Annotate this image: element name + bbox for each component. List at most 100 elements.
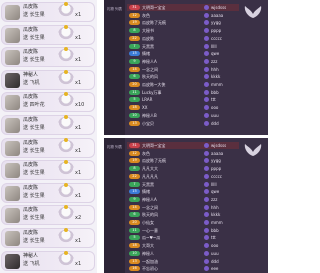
log-row[interactable]: 19 瓜皮陈了无痕 yygg (127, 157, 239, 164)
log-row[interactable]: 13 小宝贝 ddd (127, 120, 239, 127)
sender-name: 瓜皮陈 (23, 26, 39, 33)
log-row[interactable]: 10 神秘人B uuu (127, 112, 239, 119)
log-row[interactable]: 22 瓜皮陈 ccccc (127, 35, 239, 42)
sender-name: 瓜皮陈 (23, 49, 39, 56)
log-row[interactable]: 15 情绪 qwe (127, 50, 239, 57)
gift-icon (204, 181, 209, 187)
gift-icon (204, 12, 209, 18)
log-row[interactable]: 7 天黑黑 lllll (127, 43, 239, 50)
user-name: 神秘人A (142, 196, 157, 202)
avatar[interactable] (5, 118, 20, 133)
log-row[interactable]: 15 情绪 qwe (127, 188, 239, 195)
gift-name: ccccc (211, 173, 222, 179)
log-row[interactable]: 7 天黑黑 lllll (127, 181, 239, 188)
user-name: 小宝贝 (142, 120, 154, 126)
level-badge: 7 (129, 181, 140, 187)
gift-icon (204, 166, 209, 172)
log-row[interactable]: 6 秋天的风 kkkk (127, 73, 239, 80)
log-row[interactable]: 11 一心一意 bbb (127, 227, 239, 234)
user-name: 神秘人 (142, 250, 154, 256)
gift-name: ooo (211, 105, 219, 111)
avatar[interactable] (5, 163, 20, 179)
log-row[interactable]: 14 一念之间 hhh (127, 66, 239, 73)
gift-name: pppp (211, 28, 222, 34)
gift-name: ddd (211, 120, 219, 126)
log-row[interactable]: 20 小仙女 mmm (127, 219, 239, 226)
gift-icon (204, 97, 209, 103)
avatar[interactable] (5, 5, 20, 20)
avatar[interactable] (5, 27, 20, 43)
sender-name: 瓜皮陈 (23, 94, 39, 101)
avatar[interactable] (5, 140, 20, 156)
gift-name: lllll (211, 181, 217, 187)
log-row[interactable]: 11 Lucky万事 bbb (127, 89, 239, 96)
gift-count: x1 (75, 170, 82, 177)
gift-name: ttt (211, 97, 216, 103)
gift-icon (58, 250, 74, 267)
gift-icon (204, 82, 209, 87)
avatar[interactable] (5, 208, 20, 224)
log-row[interactable]: 16 不忘初心 eee (127, 265, 239, 272)
gift-message: 瓜皮陈送 长生果 x1 (1, 24, 95, 45)
level-badge: 13 (129, 258, 140, 264)
gift-action: 送 长生果 (23, 238, 45, 244)
log-row[interactable]: 8 凡凡大大 pppp (127, 165, 239, 172)
level-badge: 5 (129, 235, 140, 241)
avatar[interactable] (5, 95, 20, 111)
gift-name: eee (211, 266, 219, 272)
gift-action: 送 长生果 (23, 170, 45, 177)
level-badge: 31 (129, 143, 140, 148)
level-badge: 10 (129, 112, 140, 118)
angel-wings-icon (244, 6, 262, 18)
sender-name: 瓜皮陈 (23, 230, 39, 236)
user-name: 秋天的风 (142, 212, 158, 218)
log-row[interactable]: 22 凡凡凡凡 ccccc (127, 173, 239, 180)
log-row[interactable]: 8 大秘书 pppp (127, 27, 239, 34)
log-row[interactable]: 20 瓜皮陈~大侠 mmm (127, 81, 239, 88)
gift-name: hhh (211, 66, 219, 72)
avatar[interactable] (5, 231, 20, 246)
user-name: 不忘初心 (142, 266, 158, 272)
log-row[interactable]: 31 大明哥~宝宝 wjsdsss (127, 142, 239, 149)
log-row[interactable]: 13 一起加油 ddd (127, 258, 239, 265)
log-row[interactable]: 9 神秘人A zzz (127, 196, 239, 203)
log-row[interactable]: 5 LRAR ttt (127, 96, 239, 103)
gift-name: wjsdsss (211, 143, 227, 148)
avatar[interactable] (5, 50, 20, 66)
avatar[interactable] (5, 72, 20, 88)
log-row[interactable]: 31 大明哥~宝宝 wjsdsss (127, 4, 239, 11)
gift-name: uuu (211, 112, 219, 118)
log-row[interactable]: 12 灰色 aaaaa (127, 150, 239, 157)
gift-icon (204, 66, 209, 72)
log-row[interactable]: 12 灰色 aaaaa (127, 12, 239, 19)
log-row[interactable]: 18 大哥大 ooo (127, 242, 239, 249)
log-row[interactable]: 14 一念之间 hhh (127, 204, 239, 211)
angel-wings-icon (244, 144, 262, 156)
gift-icon (204, 235, 209, 241)
gift-icon (204, 5, 209, 10)
user-name: 神秘人A (142, 58, 157, 64)
log-sidebar-label: 礼物 列表 (106, 145, 123, 149)
log-row[interactable]: 5 瓜~♥~瓜 ttt (127, 234, 239, 241)
log-row[interactable]: 18 XX ooo (127, 104, 239, 111)
gift-icon (58, 228, 74, 244)
avatar[interactable] (5, 185, 20, 201)
log-row[interactable]: 6 秋天的风 kkkk (127, 211, 239, 218)
log-row[interactable]: 9 神秘人A zzz (127, 58, 239, 65)
log-row[interactable]: 10 神秘人 uuu (127, 250, 239, 257)
level-badge: 14 (129, 204, 140, 210)
gift-action: 送 长生果 (23, 192, 45, 199)
gift-name: yygg (211, 20, 221, 26)
user-name: 瓜皮陈 (142, 35, 154, 41)
gift-count: x1 (75, 192, 82, 199)
gift-message: 瓜皮陈送 长生果 x1 (1, 182, 95, 203)
gift-chat-feed: 瓜皮陈送 长生果 x1 瓜皮陈送 长生果 x1 瓜皮陈送 长生果 x1 神秘人送 飞机 x1 瓜… (0, 0, 97, 273)
gift-icon (204, 43, 209, 49)
level-badge: 8 (129, 28, 140, 34)
gift-icon (204, 89, 209, 95)
avatar[interactable] (5, 253, 20, 269)
sender-name: 瓜皮陈 (23, 184, 39, 191)
log-row[interactable]: 19 瓜皮陈了无痕 yygg (127, 19, 239, 26)
gift-icon (204, 243, 209, 249)
log-sidebar: 礼物 列表 (104, 138, 125, 273)
